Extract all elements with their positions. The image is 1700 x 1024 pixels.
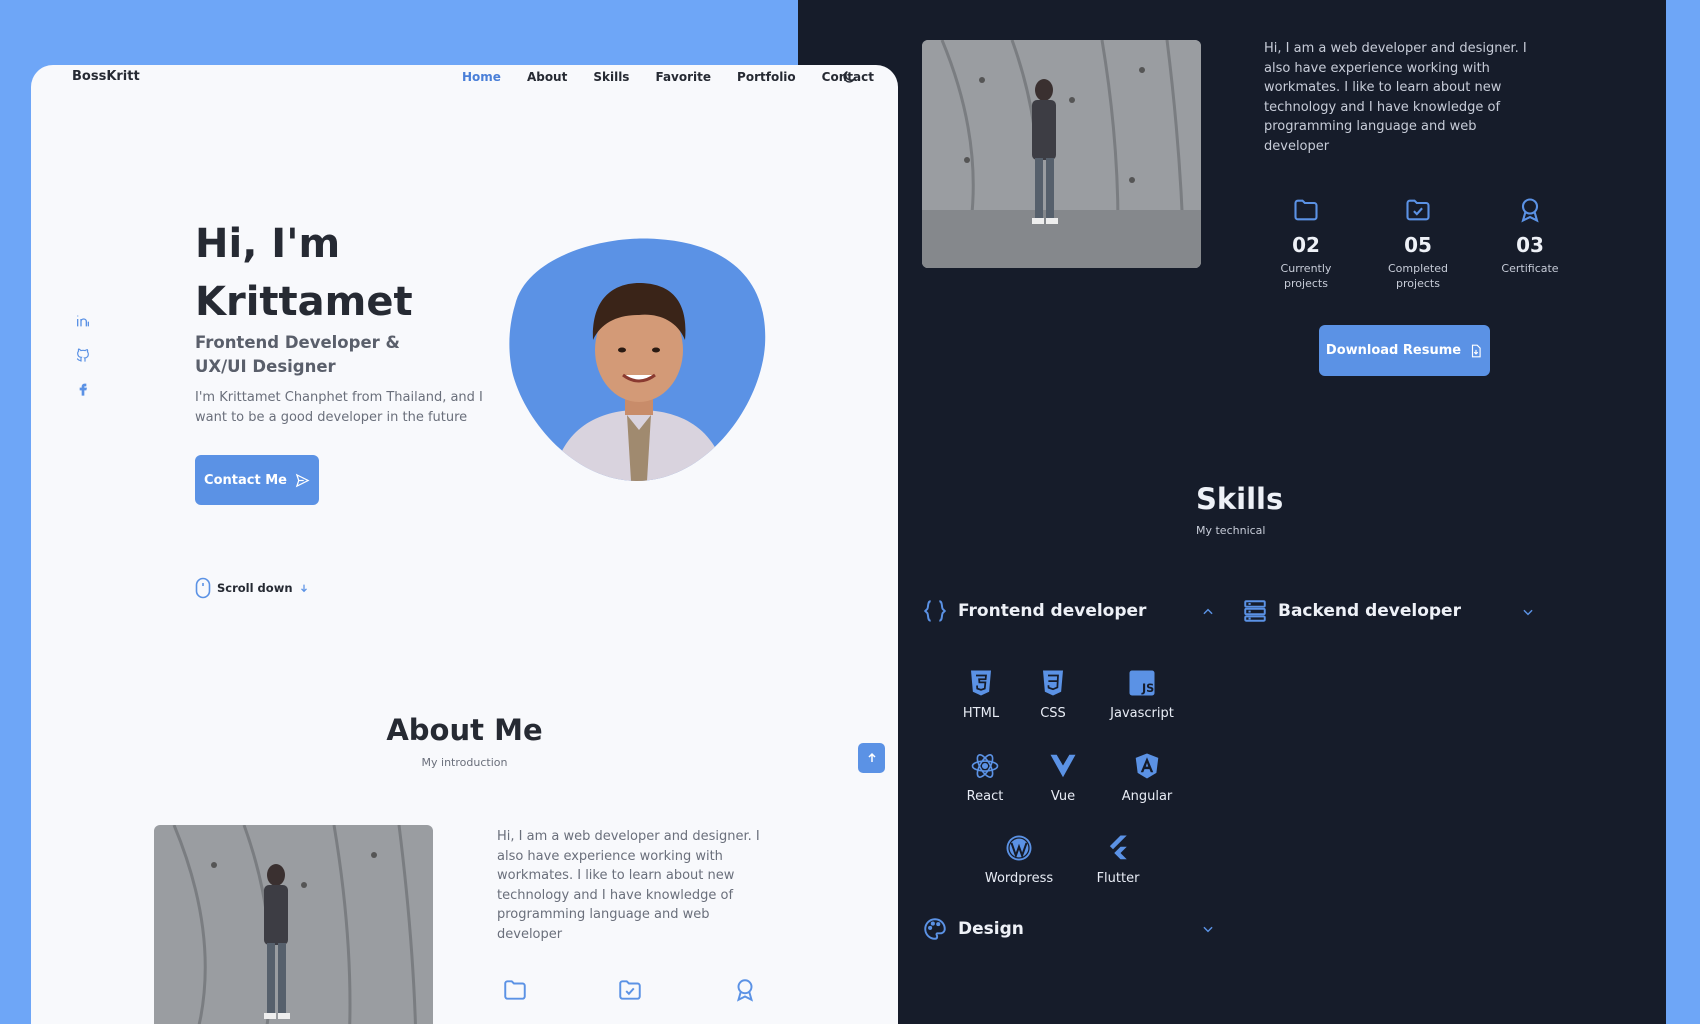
chevron-up-icon[interactable] bbox=[1201, 605, 1215, 619]
contact-me-button[interactable]: Contact Me bbox=[195, 455, 319, 505]
stat-completed-projects: 05 Completed projects bbox=[1362, 196, 1474, 291]
skill-label: Vue bbox=[1050, 789, 1076, 804]
navbar: BossKritt Home About Skills Favorite Por… bbox=[31, 65, 898, 91]
server-icon bbox=[1244, 600, 1266, 622]
social-links bbox=[75, 313, 91, 397]
nav-about[interactable]: About bbox=[527, 70, 567, 84]
skills-title: Skills bbox=[1196, 482, 1284, 516]
about-photo bbox=[922, 40, 1201, 268]
download-resume-button[interactable]: Download Resume bbox=[1319, 325, 1490, 376]
css3-icon bbox=[1043, 670, 1063, 696]
accordion-label: Backend developer bbox=[1278, 601, 1461, 621]
hero-subtitle: Frontend Developer & UX/UI Designer bbox=[195, 333, 400, 376]
skill-angular: Angular bbox=[1102, 751, 1192, 804]
accordion-label: Frontend developer bbox=[958, 601, 1147, 621]
stat-label: Certificate bbox=[1501, 262, 1559, 275]
arrow-up-icon bbox=[867, 752, 876, 762]
svg-text:JS: JS bbox=[1141, 682, 1154, 695]
about-subtitle: My introduction bbox=[421, 756, 508, 769]
hero-title-line1: Hi, I'm bbox=[195, 221, 341, 267]
scroll-label: Scroll down bbox=[217, 581, 293, 595]
palette-icon bbox=[924, 918, 946, 940]
light-theme-preview: BossKritt Home About Skills Favorite Por… bbox=[31, 65, 898, 1024]
flutter-icon bbox=[1109, 835, 1127, 860]
stat-number: 03 bbox=[1516, 233, 1544, 257]
frontend-accordion-header[interactable]: Frontend developer bbox=[922, 598, 1146, 624]
button-label: Download Resume bbox=[1325, 343, 1462, 358]
nav-home[interactable]: Home bbox=[462, 70, 501, 84]
chevron-down-icon[interactable] bbox=[1201, 922, 1215, 936]
design-accordion-header[interactable]: Design bbox=[922, 916, 1024, 942]
skill-label: Wordpress bbox=[984, 871, 1054, 886]
skill-label: Javascript bbox=[1110, 706, 1174, 721]
stat-number: 02 bbox=[1292, 233, 1320, 257]
stat-label: Completed projects bbox=[1388, 262, 1448, 290]
about-photo bbox=[154, 825, 433, 1024]
about-title: About Me bbox=[386, 713, 543, 747]
award-icon bbox=[736, 979, 754, 1002]
send-icon bbox=[295, 473, 310, 487]
scroll-down-link[interactable]: Scroll down bbox=[195, 577, 309, 599]
react-icon bbox=[971, 754, 999, 778]
wordpress-icon bbox=[1006, 835, 1032, 861]
skill-css: CSS bbox=[1008, 668, 1098, 721]
scroll-to-top-button[interactable] bbox=[858, 743, 885, 773]
javascript-icon: JS bbox=[1129, 670, 1155, 696]
about-description: Hi, I am a web developer and designer. I… bbox=[497, 829, 760, 942]
braces-icon bbox=[923, 600, 947, 622]
hero-title-line2: Krittamet bbox=[195, 279, 413, 325]
skill-label: CSS bbox=[1040, 706, 1066, 721]
about-stats: 02 Currently projects 05 Completed proje… bbox=[1250, 196, 1586, 291]
nav-favorite[interactable]: Favorite bbox=[655, 70, 711, 84]
skills-subtitle: My technical bbox=[1196, 524, 1266, 537]
stat-certificates: 03 Certificate bbox=[1474, 196, 1586, 291]
moon-icon[interactable] bbox=[841, 69, 857, 85]
about-stats-icons bbox=[502, 977, 758, 1003]
hero-profile-image bbox=[507, 235, 769, 481]
skill-label: HTML bbox=[962, 706, 1000, 721]
angular-icon bbox=[1135, 753, 1159, 779]
skill-react: React bbox=[940, 751, 1030, 804]
dark-theme-preview: Hi, I am a web developer and designer. I… bbox=[798, 0, 1666, 1024]
backend-accordion-header[interactable]: Backend developer bbox=[1242, 598, 1461, 624]
skill-wordpress: Wordpress bbox=[974, 833, 1064, 886]
folder-icon bbox=[504, 980, 526, 1000]
skill-javascript: JS Javascript bbox=[1097, 668, 1187, 721]
nav-links: Home About Skills Favorite Portfolio Con… bbox=[462, 70, 874, 84]
stat-current-projects: 02 Currently projects bbox=[1250, 196, 1362, 291]
skill-vue: Vue bbox=[1018, 751, 1108, 804]
linkedin-icon[interactable] bbox=[75, 313, 91, 329]
nav-skills[interactable]: Skills bbox=[593, 70, 629, 84]
brand-logo[interactable]: BossKritt bbox=[72, 69, 140, 84]
hero-description: I'm Krittamet Chanphet from Thailand, an… bbox=[195, 390, 483, 425]
vue-icon bbox=[1050, 754, 1076, 778]
skill-label: React bbox=[966, 789, 1004, 804]
facebook-icon[interactable] bbox=[75, 381, 91, 397]
folder-icon bbox=[1294, 199, 1318, 221]
award-icon bbox=[1521, 198, 1539, 223]
chevron-down-icon[interactable] bbox=[1521, 605, 1535, 619]
about-description: Hi, I am a web developer and designer. I… bbox=[1264, 41, 1527, 154]
html5-icon bbox=[971, 670, 991, 696]
folder-check-icon bbox=[619, 980, 641, 1000]
skill-label: Angular bbox=[1121, 789, 1173, 804]
skill-label: Flutter bbox=[1096, 871, 1140, 886]
stat-number: 05 bbox=[1404, 233, 1432, 257]
button-label: Contact Me bbox=[204, 472, 287, 488]
file-download-icon bbox=[1471, 344, 1481, 357]
github-icon[interactable] bbox=[75, 347, 91, 363]
arrow-down-icon bbox=[300, 584, 307, 593]
mouse-icon bbox=[195, 577, 211, 599]
skill-flutter: Flutter bbox=[1073, 833, 1163, 886]
hero-title: Hi, I'm Krittamet bbox=[195, 215, 413, 331]
stat-label: Currently projects bbox=[1280, 262, 1332, 290]
nav-portfolio[interactable]: Portfolio bbox=[737, 70, 796, 84]
accordion-label: Design bbox=[958, 919, 1024, 939]
folder-check-icon bbox=[1406, 199, 1430, 221]
